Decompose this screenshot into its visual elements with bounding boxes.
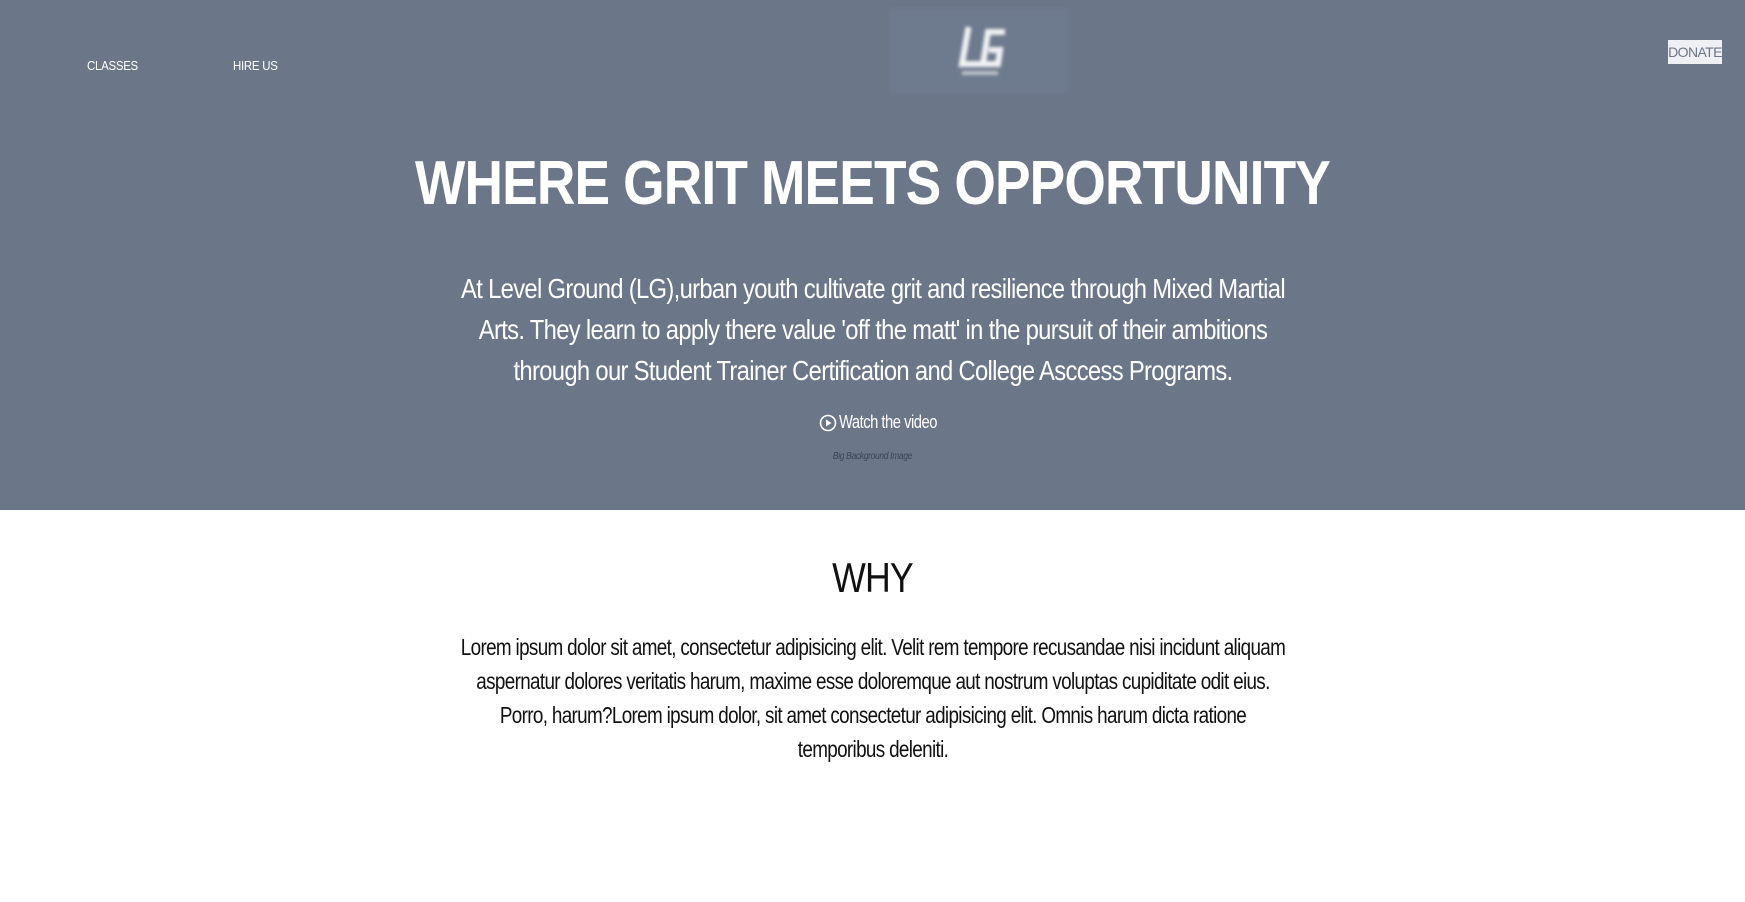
watch-video-link[interactable]: Watch the video (819, 412, 958, 433)
hero-section: CLASSES HIRE US DONATE WHERE GRIT MEETS … (0, 0, 1745, 510)
why-section: WHY Lorem ipsum dolor sit amet, consecte… (0, 510, 1745, 902)
hero-title: WHERE GRIT MEETS OPPORTUNITY (415, 149, 1331, 218)
hero-text-wrap: At Level Ground (LG),urban youth cultiva… (0, 268, 1745, 391)
nav-link-hire-us[interactable]: HIRE US (233, 58, 278, 73)
watch-video-label: Watch the video (839, 412, 937, 432)
play-circle-icon (819, 414, 837, 431)
why-title: WHY (832, 554, 914, 601)
background-image-caption: Big Background Image (832, 451, 913, 462)
why-description: Lorem ipsum dolor sit amet, consectetur … (460, 634, 1285, 762)
lg-logo-icon (958, 26, 1005, 75)
donate-button[interactable]: DONATE (1668, 40, 1722, 64)
nav-link-classes[interactable]: CLASSES (87, 58, 138, 73)
hero-description: At Level Ground (LG),urban youth cultiva… (460, 273, 1286, 386)
site-logo[interactable] (890, 8, 1068, 94)
why-text-wrap: Lorem ipsum dolor sit amet, consectetur … (0, 630, 1745, 766)
